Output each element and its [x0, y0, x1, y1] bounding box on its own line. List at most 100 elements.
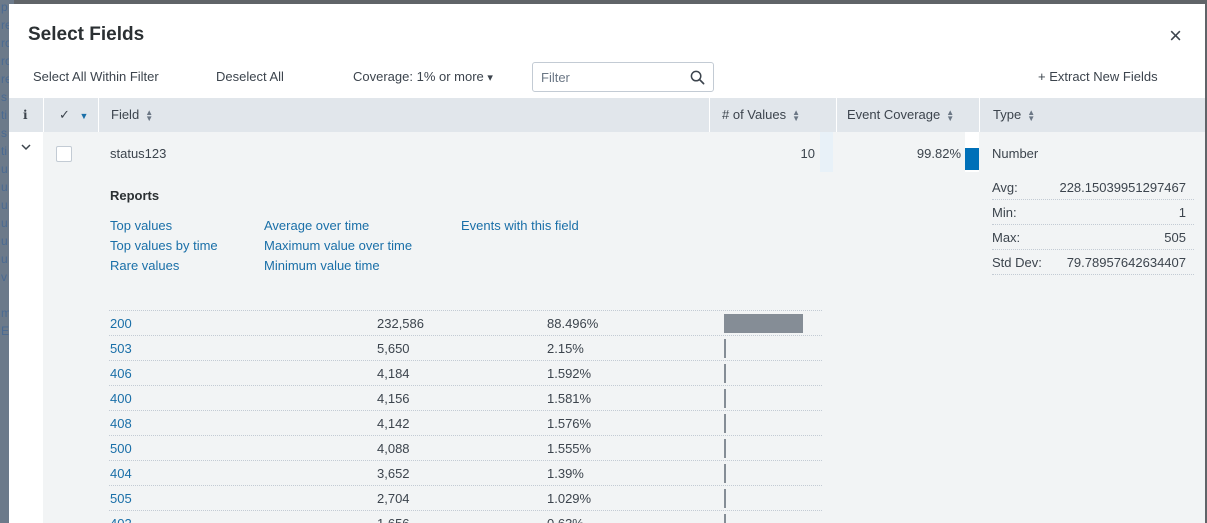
field-column-header[interactable]: Field ▲ ▼ — [98, 98, 153, 132]
value-count: 4,088 — [377, 441, 410, 456]
value-count: 232,586 — [377, 316, 424, 331]
stat-label: Avg: — [992, 180, 1018, 195]
field-type: Number — [992, 146, 1039, 161]
value-link[interactable]: 408 — [110, 416, 132, 431]
values-header-label: # of Values — [722, 107, 787, 122]
value-count: 3,652 — [377, 466, 410, 481]
value-count: 4,156 — [377, 391, 410, 406]
value-row: 505 2,704 1.029% — [109, 485, 822, 510]
value-link[interactable]: 404 — [110, 466, 132, 481]
search-icon[interactable] — [690, 70, 705, 85]
value-link[interactable]: 500 — [110, 441, 132, 456]
table-row: status123 10 99.82% Number — [9, 132, 1205, 172]
value-percent: 1.581% — [547, 391, 592, 406]
coverage-bar — [965, 148, 979, 170]
type-header-label: Type — [993, 107, 1022, 122]
coverage-dropdown-label: Coverage: 1% or more — [353, 69, 484, 84]
value-bar — [724, 439, 726, 458]
value-link[interactable]: 402 — [110, 516, 132, 523]
type-column-header[interactable]: Type ▲ ▼ — [979, 98, 1205, 132]
report-link[interactable]: Top values — [110, 218, 172, 233]
select-column-header[interactable]: ✓ ▼ — [43, 98, 98, 132]
coverage-column-header[interactable]: Event Coverage ▲ ▼ — [836, 98, 978, 132]
report-link[interactable]: Rare values — [110, 258, 179, 273]
toolbar: Select All Within Filter Deselect All Co… — [9, 62, 1205, 92]
values-stripe — [820, 132, 833, 172]
value-bar — [724, 514, 726, 523]
value-bar — [724, 314, 803, 333]
value-percent: 1.576% — [547, 416, 592, 431]
close-icon[interactable]: × — [1169, 25, 1182, 47]
value-bar — [724, 414, 726, 433]
filter-input[interactable] — [533, 63, 683, 91]
stat-row: Min: 1 — [992, 200, 1194, 225]
value-bar — [724, 339, 726, 358]
info-icon: i — [23, 108, 28, 122]
value-link[interactable]: 406 — [110, 366, 132, 381]
value-count: 1,656 — [377, 516, 410, 523]
field-header-label: Field — [111, 107, 140, 122]
value-row: 406 4,184 1.592% — [109, 360, 822, 385]
report-link[interactable]: Maximum value over time — [264, 238, 412, 253]
sort-icon: ▲ ▼ — [946, 107, 955, 123]
report-link[interactable]: Top values by time — [110, 238, 218, 253]
table-header: i ✓ ▼ Field ▲ ▼ # of Values ▲ ▼ Event Covera… — [9, 98, 1205, 132]
stat-value: 505 — [1164, 230, 1186, 245]
event-coverage: 99.82% — [916, 146, 961, 161]
value-bar — [724, 364, 726, 383]
stat-row: Max: 505 — [992, 225, 1194, 250]
value-percent: 1.029% — [547, 491, 592, 506]
stat-row: Std Dev: 79.78957642634407 — [992, 250, 1194, 275]
checkmark-icon: ✓ — [59, 107, 70, 122]
report-link[interactable]: Events with this field — [461, 218, 579, 233]
filter-field[interactable] — [532, 62, 714, 92]
stat-label: Std Dev: — [992, 255, 1042, 270]
value-bar — [724, 389, 726, 408]
coverage-bar-track — [965, 132, 979, 172]
sort-icon: ▲ ▼ — [145, 107, 154, 123]
value-link[interactable]: 400 — [110, 391, 132, 406]
report-link[interactable]: Minimum value time — [264, 258, 380, 273]
value-percent: 0.63% — [547, 516, 584, 523]
sort-icon: ▲ ▼ — [792, 107, 801, 123]
value-bar — [724, 489, 726, 508]
stat-label: Max: — [992, 230, 1021, 245]
value-row: 408 4,142 1.576% — [109, 410, 822, 435]
value-bar — [724, 464, 726, 483]
field-name: status123 — [110, 146, 167, 161]
value-row: 503 5,650 2.15% — [109, 335, 822, 360]
value-count: 4,142 — [377, 416, 410, 431]
num-values: 10 — [800, 146, 815, 161]
deselect-all-button[interactable]: Deselect All — [216, 69, 284, 84]
value-link[interactable]: 200 — [110, 316, 132, 331]
coverage-header-label: Event Coverage — [847, 107, 941, 122]
chevron-down-icon[interactable] — [20, 137, 32, 158]
value-percent: 2.15% — [547, 341, 584, 356]
stat-value: 79.78957642634407 — [1066, 255, 1186, 270]
value-percent: 88.496% — [547, 316, 599, 331]
value-percent: 1.555% — [547, 441, 592, 456]
caret-down-icon: ▾ — [487, 72, 493, 84]
stat-label: Min: — [992, 205, 1017, 220]
field-checkbox[interactable] — [56, 146, 72, 162]
value-percent: 1.39% — [547, 466, 584, 481]
chevron-down-icon[interactable]: ▼ — [80, 111, 89, 121]
value-link[interactable]: 503 — [110, 341, 132, 356]
coverage-dropdown[interactable]: Coverage: 1% or more ▾ — [353, 69, 493, 84]
value-row: 500 4,088 1.555% — [109, 435, 822, 460]
value-count: 2,704 — [377, 491, 410, 506]
value-count: 4,184 — [377, 366, 410, 381]
stat-value: 1 — [1178, 205, 1186, 220]
sort-icon: ▲ ▼ — [1027, 107, 1036, 123]
values-column-header[interactable]: # of Values ▲ ▼ — [709, 98, 819, 132]
extract-new-fields-button[interactable]: + Extract New Fields — [1038, 69, 1158, 84]
report-link[interactable]: Average over time — [264, 218, 369, 233]
value-row: 404 3,652 1.39% — [109, 460, 822, 485]
select-all-within-filter-button[interactable]: Select All Within Filter — [33, 69, 159, 84]
stat-value: 228.15039951297467 — [1059, 180, 1186, 195]
value-link[interactable]: 505 — [110, 491, 132, 506]
value-count: 5,650 — [377, 341, 410, 356]
reports-heading: Reports — [110, 188, 160, 203]
modal-title: Select Fields — [28, 24, 145, 45]
value-row: 400 4,156 1.581% — [109, 385, 822, 410]
